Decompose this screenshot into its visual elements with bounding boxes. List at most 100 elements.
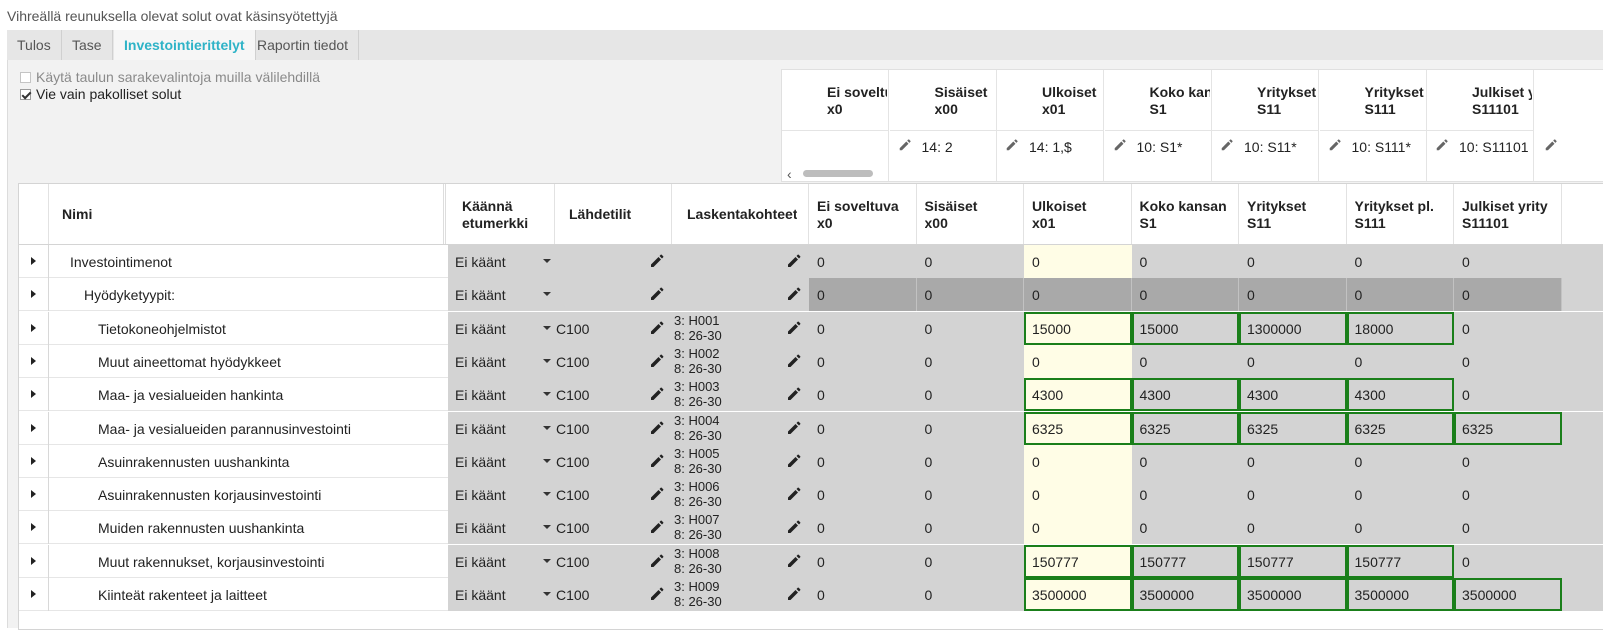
flip-sign-select[interactable]: Ei käänt [455, 520, 510, 536]
header-value-column[interactable]: Sisäiset x00 [917, 184, 1024, 244]
header-flip-sign[interactable]: Käännä etumerkki [448, 184, 555, 244]
tab-tase[interactable]: Tase [62, 30, 113, 60]
edit-source-pencil-icon[interactable] [649, 453, 665, 472]
value-cell[interactable]: 4300 [1346, 378, 1454, 412]
edit-targets-pencil-icon[interactable] [786, 553, 802, 572]
edit-targets-pencil-icon[interactable] [786, 386, 802, 405]
header-value-column[interactable]: Yritykset S11 [1239, 184, 1347, 244]
option-only-required-cells[interactable]: Vie vain pakolliset solut [20, 86, 181, 102]
edit-targets-pencil-icon[interactable] [786, 586, 802, 605]
value-cell[interactable]: 150777 [1346, 544, 1454, 578]
edit-targets-pencil-icon[interactable] [786, 286, 802, 305]
header-value-column[interactable]: Ulkoiset x01 [1024, 184, 1132, 244]
edit-source-pencil-icon[interactable] [649, 286, 665, 305]
expand-row-icon[interactable] [19, 444, 49, 478]
edit-source-pencil-icon[interactable] [649, 486, 665, 505]
header-value-column[interactable]: Yritykset pl. S111 [1347, 184, 1454, 244]
expand-row-icon[interactable] [19, 511, 49, 545]
edit-source-pencil-icon[interactable] [649, 353, 665, 372]
header-name[interactable]: Nimi [49, 184, 446, 244]
edit-targets-pencil-icon[interactable] [786, 420, 802, 439]
value-cell[interactable]: 15000 [1024, 311, 1132, 345]
edit-pencil-icon[interactable] [1113, 138, 1127, 155]
edit-source-pencil-icon[interactable] [649, 420, 665, 439]
edit-pencil-icon[interactable] [1435, 138, 1449, 155]
chevron-down-icon[interactable] [543, 525, 551, 530]
checkbox-use-column-selections[interactable] [20, 71, 31, 83]
chevron-down-icon[interactable] [543, 458, 551, 463]
value-cell[interactable]: 15000 [1131, 311, 1239, 345]
chevron-down-icon[interactable] [543, 425, 551, 430]
value-cell[interactable]: 3500000 [1454, 578, 1562, 611]
expand-row-icon[interactable] [19, 378, 49, 412]
chevron-down-icon[interactable] [543, 325, 551, 330]
edit-source-pencil-icon[interactable] [649, 586, 665, 605]
scroll-left-icon[interactable]: ‹ [787, 166, 792, 182]
flip-sign-select[interactable]: Ei käänt [455, 454, 510, 470]
value-cell[interactable]: 0 [1024, 245, 1132, 278]
value-cell[interactable]: 3500000 [1131, 578, 1239, 611]
edit-pencil-icon[interactable] [1544, 138, 1558, 155]
flip-sign-select[interactable]: Ei käänt [455, 387, 510, 403]
value-cell[interactable]: 3500000 [1024, 578, 1132, 611]
expand-row-icon[interactable] [19, 544, 49, 578]
edit-targets-pencil-icon[interactable] [786, 320, 802, 339]
tab-investointierittelyt[interactable]: Investointierittelyt [114, 30, 256, 61]
edit-source-pencil-icon[interactable] [649, 553, 665, 572]
header-value-column[interactable]: Julkiset yrity S11101 [1454, 184, 1562, 244]
flip-sign-select[interactable]: Ei käänt [455, 421, 510, 437]
checkbox-only-required-cells[interactable] [20, 88, 31, 100]
value-cell[interactable]: 6325 [1346, 411, 1454, 445]
expand-row-icon[interactable] [19, 278, 49, 312]
expand-row-icon[interactable] [19, 578, 49, 611]
value-cell[interactable]: 4300 [1239, 378, 1347, 412]
expand-row-icon[interactable] [19, 245, 49, 278]
expand-row-icon[interactable] [19, 478, 49, 512]
value-cell[interactable]: 6325 [1131, 411, 1239, 445]
flip-sign-select[interactable]: Ei käänt [455, 321, 510, 337]
edit-pencil-icon[interactable] [898, 138, 912, 155]
chevron-down-icon[interactable] [543, 558, 551, 563]
flip-sign-select[interactable]: Ei käänt [455, 487, 510, 503]
edit-pencil-icon[interactable] [1220, 138, 1234, 155]
flip-sign-select[interactable]: Ei käänt [455, 554, 510, 570]
chevron-down-icon[interactable] [543, 392, 551, 397]
expand-row-icon[interactable] [19, 344, 49, 378]
value-cell[interactable]: 150777 [1239, 544, 1347, 578]
edit-targets-pencil-icon[interactable] [786, 253, 802, 272]
tab-tulos[interactable]: Tulos [7, 30, 62, 60]
header-value-column[interactable]: Koko kansan S1 [1132, 184, 1239, 244]
value-cell[interactable]: 3500000 [1239, 578, 1347, 611]
edit-targets-pencil-icon[interactable] [786, 353, 802, 372]
value-cell[interactable]: 4300 [1131, 378, 1239, 412]
edit-source-pencil-icon[interactable] [649, 386, 665, 405]
value-cell[interactable]: 0 [1024, 344, 1132, 378]
value-cell[interactable]: 150777 [1131, 544, 1239, 578]
edit-source-pencil-icon[interactable] [649, 253, 665, 272]
edit-pencil-icon[interactable] [1005, 138, 1019, 155]
value-cell[interactable]: 18000 [1346, 311, 1454, 345]
value-cell[interactable]: 0 [1024, 478, 1132, 512]
chevron-down-icon[interactable] [543, 292, 551, 297]
value-cell[interactable]: 0 [1024, 511, 1132, 545]
value-cell[interactable]: 6325 [1454, 411, 1562, 445]
value-cell[interactable]: 0 [1024, 444, 1132, 478]
header-value-column[interactable]: Ei soveltuva x0 [809, 184, 917, 244]
chevron-down-icon[interactable] [543, 592, 551, 596]
edit-targets-pencil-icon[interactable] [786, 486, 802, 505]
edit-source-pencil-icon[interactable] [649, 320, 665, 339]
horizontal-scrollbar[interactable]: ‹ [781, 165, 1603, 182]
chevron-down-icon[interactable] [543, 259, 551, 263]
value-cell[interactable]: 150777 [1024, 544, 1132, 578]
value-cell[interactable]: 4300 [1024, 378, 1132, 412]
value-cell[interactable]: 6325 [1024, 411, 1132, 445]
edit-targets-pencil-icon[interactable] [786, 453, 802, 472]
chevron-down-icon[interactable] [543, 492, 551, 497]
value-cell[interactable]: 6325 [1239, 411, 1347, 445]
scrollbar-thumb[interactable] [803, 170, 873, 177]
value-cell[interactable]: 3500000 [1346, 578, 1454, 611]
expand-row-icon[interactable] [19, 411, 49, 445]
value-cell[interactable]: 1300000 [1239, 311, 1347, 345]
tab-raportin-tiedot[interactable]: Raportin tiedot [247, 30, 360, 60]
header-calc-targets[interactable]: Laskentakohteet [672, 184, 809, 244]
